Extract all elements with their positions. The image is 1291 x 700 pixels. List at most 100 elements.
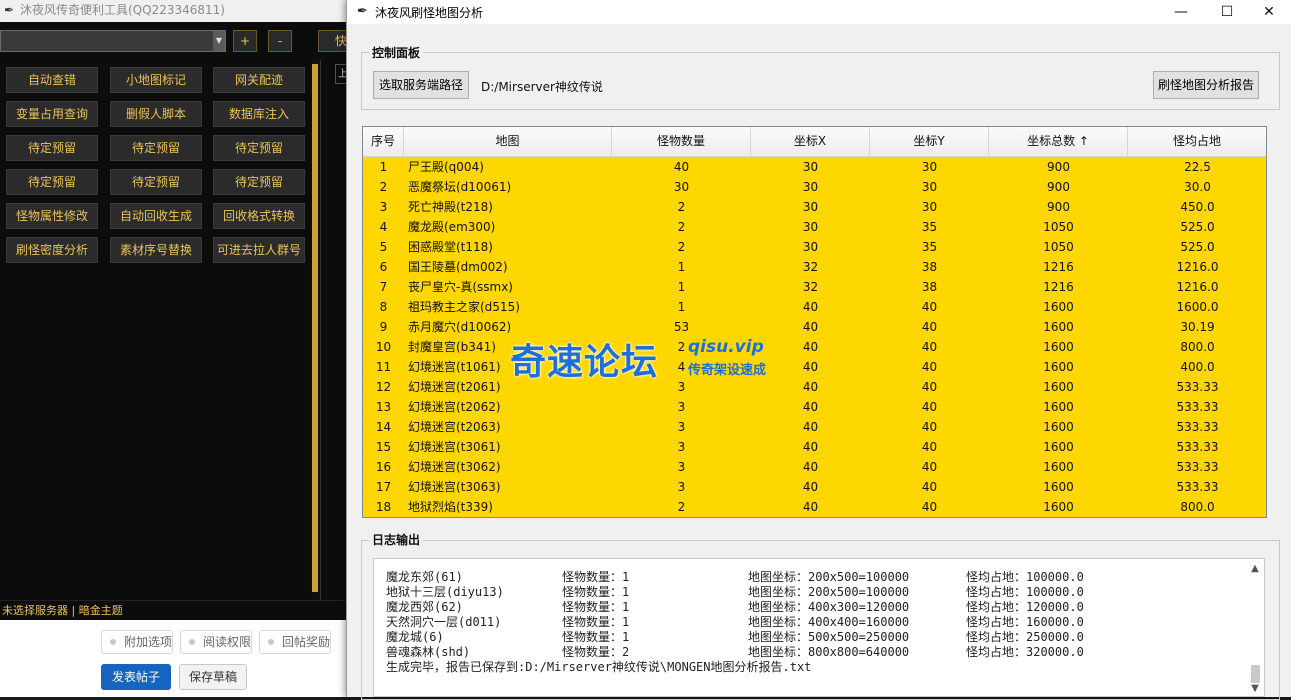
tool-button[interactable]: 待定预留 xyxy=(6,169,98,195)
tool-button[interactable]: 自动回收生成 xyxy=(110,203,202,229)
table-cell: 30 xyxy=(921,200,938,214)
tool-button[interactable]: 网关配迹 xyxy=(213,67,305,93)
select-server-path-button[interactable]: 选取服务端路径 xyxy=(373,71,469,99)
tool-button[interactable]: 小地图标记 xyxy=(110,67,202,93)
table-row[interactable]: 15 幻境迷宫(t3061) 3 40 40 1600 533.33 xyxy=(363,437,1266,457)
table-row[interactable]: 18 地狱烈焰(t339) 2 40 40 1600 800.0 xyxy=(363,497,1266,517)
table-row[interactable]: 12 幻境迷宫(t2061) 3 40 40 1600 533.33 xyxy=(363,377,1266,397)
table-row[interactable]: 8 祖玛教主之家(d515) 1 40 40 1600 1600.0 xyxy=(363,297,1266,317)
chevron-down-icon[interactable]: ▼ xyxy=(213,31,225,51)
column-header[interactable]: 怪均占地 xyxy=(1128,127,1266,157)
table-cell: 40 xyxy=(921,460,938,474)
table-cell: 12 xyxy=(375,380,392,394)
table-cell: 2 xyxy=(677,240,686,254)
column-header[interactable]: 怪物数量 xyxy=(612,127,751,157)
table-row[interactable]: 1 尸王殿(q004) 40 30 30 900 22.5 xyxy=(363,157,1266,177)
table-row[interactable]: 9 赤月魔穴(d10062) 53 40 40 1600 30.19 xyxy=(363,317,1266,337)
tool-button[interactable]: 素材序号替换 xyxy=(110,237,202,263)
table-row[interactable]: 4 魔龙殿(em300) 2 30 35 1050 525.0 xyxy=(363,217,1266,237)
log-label: 日志输出 xyxy=(369,531,424,548)
column-header[interactable]: 坐标总数 ↑ xyxy=(989,127,1128,157)
table-row[interactable]: 5 困惑殿堂(t118) 2 30 35 1050 525.0 xyxy=(363,237,1266,257)
table-cell: 400.0 xyxy=(1180,360,1215,374)
scroll-thumb[interactable] xyxy=(1251,665,1260,683)
tool-button[interactable]: 待定预留 xyxy=(213,169,305,195)
table-cell: 恶魔祭坛(d10061) xyxy=(408,180,512,194)
table-cell: 40 xyxy=(921,380,938,394)
table-cell: 40 xyxy=(802,400,819,414)
reply-reward-button[interactable]: 回帖奖励 xyxy=(259,630,332,654)
table-row[interactable]: 2 恶魔祭坛(d10061) 30 30 30 900 30.0 xyxy=(363,177,1266,197)
close-button[interactable]: ✕ xyxy=(1246,0,1291,24)
table-cell: 30.19 xyxy=(1180,320,1215,334)
table-cell: 1600 xyxy=(1043,480,1074,494)
tool-button[interactable]: 删假人脚本 xyxy=(110,101,202,127)
table-row[interactable]: 13 幻境迷宫(t2062) 3 40 40 1600 533.33 xyxy=(363,397,1266,417)
table-cell: 38 xyxy=(921,260,938,274)
tool-button[interactable]: 刷怪密度分析 xyxy=(6,237,98,263)
log-scrollbar[interactable]: ▲ ▼ xyxy=(1246,559,1264,696)
scroll-down-icon[interactable]: ▼ xyxy=(1246,683,1264,694)
column-header[interactable]: 坐标Y xyxy=(870,127,989,157)
log-line: 天然洞穴一层(d011) 怪物数量：1 地图坐标：400x400=160000 怪均占… xyxy=(386,615,1246,630)
table-row[interactable]: 11 幻境迷宫(t1061) 4 40 40 1600 400.0 xyxy=(363,357,1266,377)
table-row[interactable]: 6 国王陵墓(dm002) 1 32 38 1216 1216.0 xyxy=(363,257,1266,277)
fg-titlebar: ✒ 沐夜风刷怪地图分析 — ☐ ✕ xyxy=(347,0,1291,24)
log-output[interactable]: 魔龙东郊(61) 怪物数量：1 地图坐标：200x500=100000 怪均占地：10… xyxy=(373,558,1265,697)
log-field: 怪均占地：120000.0 xyxy=(966,600,1084,614)
table-cell: 17 xyxy=(375,480,392,494)
table-cell: 3 xyxy=(677,460,686,474)
table-cell: 1600 xyxy=(1043,500,1074,514)
table-cell: 40 xyxy=(802,500,819,514)
log-field: 地图坐标：200x500=100000 xyxy=(748,570,910,584)
table-cell: 40 xyxy=(802,360,819,374)
tool-button[interactable]: 待定预留 xyxy=(213,135,305,161)
maximize-button[interactable]: ☐ xyxy=(1204,0,1250,24)
table-cell: 祖玛教主之家(d515) xyxy=(408,300,520,314)
analysis-report-button[interactable]: 刷怪地图分析报告 xyxy=(1153,71,1259,99)
table-header: 序号 地图 怪物数量 坐标X 坐标Y 坐标总数 ↑ 怪均占地 xyxy=(363,127,1266,157)
read-permission-button[interactable]: 阅读权限 xyxy=(180,630,253,654)
extra-options-button[interactable]: 附加选项 xyxy=(101,630,174,654)
table-cell: 30 xyxy=(802,240,819,254)
column-header[interactable]: 坐标X xyxy=(751,127,870,157)
table-row[interactable]: 10 封魔皇宫(b341) 2 40 40 1600 800.0 xyxy=(363,337,1266,357)
tool-button[interactable]: 变量占用查询 xyxy=(6,101,98,127)
table-row[interactable]: 7 丧尸皇穴-真(ssmx) 1 32 38 1216 1216.0 xyxy=(363,277,1266,297)
scroll-up-icon[interactable]: ▲ xyxy=(1246,563,1264,574)
table-cell: 40 xyxy=(802,420,819,434)
control-panel-label: 控制面板 xyxy=(369,44,424,61)
tool-button[interactable]: 待定预留 xyxy=(110,169,202,195)
minus-button[interactable]: - xyxy=(268,30,292,52)
table-cell: 2 xyxy=(677,200,686,214)
tool-button[interactable]: 自动查错 xyxy=(6,67,98,93)
minimize-button[interactable]: — xyxy=(1158,0,1204,24)
table-cell: 1600 xyxy=(1043,340,1074,354)
log-field: 怪物数量：1 xyxy=(562,630,630,644)
tool-button[interactable]: 可进去拉人群号 xyxy=(213,237,305,263)
tool-button[interactable]: 数据库注入 xyxy=(213,101,305,127)
bg-window-title: 沐夜风传奇便利工具(QQ223346811) xyxy=(20,3,225,17)
log-line: 地狱十三层(diyu13) 怪物数量：1 地图坐标：200x500=100000 怪均… xyxy=(386,585,1246,600)
table-cell: 40 xyxy=(802,340,819,354)
dot-icon xyxy=(268,639,274,645)
tool-button[interactable]: 怪物属性修改 xyxy=(6,203,98,229)
table-row[interactable]: 16 幻境迷宫(t3062) 3 40 40 1600 533.33 xyxy=(363,457,1266,477)
save-draft-button[interactable]: 保存草稿 xyxy=(179,664,247,690)
table-row[interactable]: 3 死亡神殿(t218) 2 30 30 900 450.0 xyxy=(363,197,1266,217)
table-cell: 1600 xyxy=(1043,440,1074,454)
plus-button[interactable]: + xyxy=(233,30,257,52)
publish-post-button[interactable]: 发表帖子 xyxy=(101,664,171,690)
tool-button[interactable]: 待定预留 xyxy=(110,135,202,161)
window-title: 沐夜风刷怪地图分析 xyxy=(375,6,484,20)
log-field: 魔龙东郊(61) xyxy=(386,570,463,584)
server-combo[interactable]: ▼ xyxy=(0,30,226,52)
table-row[interactable]: 17 幻境迷宫(t3063) 3 40 40 1600 533.33 xyxy=(363,477,1266,497)
table-row[interactable]: 14 幻境迷宫(t2063) 3 40 40 1600 533.33 xyxy=(363,417,1266,437)
table-cell: 40 xyxy=(921,400,938,414)
tool-button[interactable]: 待定预留 xyxy=(6,135,98,161)
tool-button[interactable]: 回收格式转换 xyxy=(213,203,305,229)
column-header[interactable]: 地图 xyxy=(404,127,612,157)
column-header[interactable]: 序号 xyxy=(363,127,404,157)
log-field: 魔龙城(6) xyxy=(386,630,444,644)
